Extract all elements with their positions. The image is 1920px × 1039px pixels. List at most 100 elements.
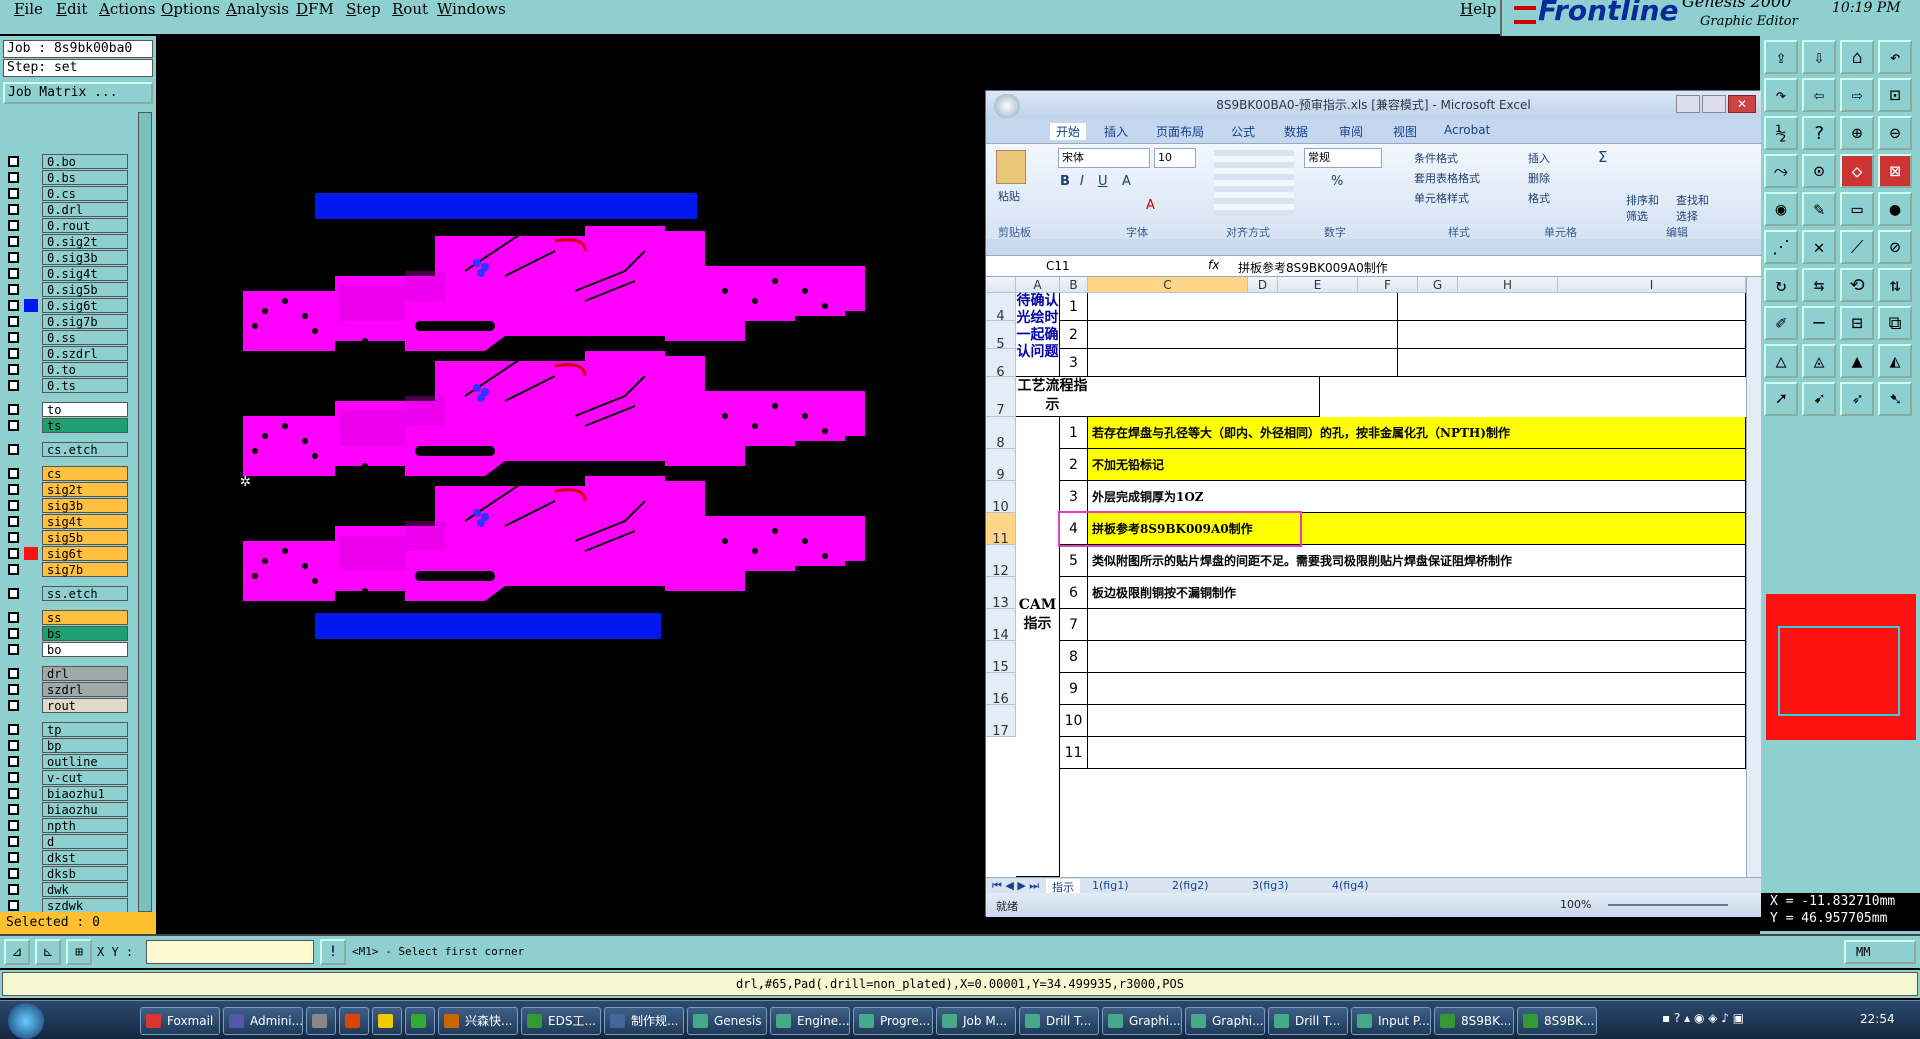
- layer-row[interactable]: 0.sig6t: [6, 298, 128, 313]
- row-header[interactable]: 6: [986, 349, 1016, 380]
- layer-checkbox[interactable]: [8, 516, 19, 527]
- layer-checkbox[interactable]: [8, 380, 19, 391]
- layer-row[interactable]: 0.sig3b: [6, 250, 128, 265]
- row-header[interactable]: 11: [986, 513, 1016, 547]
- taskbar-item[interactable]: [405, 1007, 435, 1035]
- pointer-icon[interactable]: ➚: [1764, 382, 1798, 416]
- menu-windows[interactable]: Windows: [437, 0, 506, 18]
- percent-icon[interactable]: %: [1331, 174, 1343, 189]
- layer-row[interactable]: sig5b: [6, 530, 128, 545]
- layer-checkbox[interactable]: [8, 788, 19, 799]
- sum-icon[interactable]: Σ: [1598, 148, 1607, 166]
- layer-icon[interactable]: ⧉: [1878, 306, 1912, 340]
- delete-cells-button[interactable]: 删除: [1528, 170, 1550, 186]
- grow-font-icon[interactable]: A: [1122, 174, 1131, 189]
- sheet-tab[interactable]: 4(fig4): [1326, 879, 1375, 892]
- paste-button[interactable]: 粘贴: [998, 188, 1020, 204]
- shape-icon[interactable]: ◬: [1802, 344, 1836, 378]
- taskbar-item[interactable]: [339, 1007, 369, 1035]
- layer-name[interactable]: 0.sig6t: [42, 298, 128, 313]
- layer-checkbox[interactable]: [8, 532, 19, 543]
- row-header[interactable]: 17: [986, 705, 1016, 739]
- column-header[interactable]: G: [1418, 277, 1458, 293]
- layer-row[interactable]: 0.sig5b: [6, 282, 128, 297]
- tab-view[interactable]: 视图: [1393, 123, 1417, 140]
- cam-item-number[interactable]: 11: [1060, 737, 1088, 769]
- cam-item-number[interactable]: 8: [1060, 641, 1088, 673]
- row-header[interactable]: 10: [986, 481, 1016, 515]
- font-name-select[interactable]: 宋体: [1058, 148, 1150, 168]
- fx-icon[interactable]: fx: [1208, 258, 1219, 272]
- taskbar-item[interactable]: 8S9BK...: [1434, 1007, 1514, 1035]
- underline-button[interactable]: U: [1098, 174, 1108, 189]
- layer-row[interactable]: rout: [6, 698, 128, 713]
- sort-filter-button[interactable]: 排序和筛选: [1626, 192, 1666, 224]
- layer-name[interactable]: 0.drl: [42, 202, 128, 217]
- layer-name[interactable]: 0.rout: [42, 218, 128, 233]
- format-cells-button[interactable]: 格式: [1528, 190, 1550, 206]
- alert-icon[interactable]: !: [320, 939, 346, 965]
- close-button[interactable]: ✕: [1728, 95, 1756, 113]
- layer-name[interactable]: 0.cs: [42, 186, 128, 201]
- surface-icon[interactable]: ▲: [1840, 344, 1874, 378]
- layer-name[interactable]: 0.sig4t: [42, 266, 128, 281]
- taskbar-item[interactable]: Genesis: [687, 1007, 767, 1035]
- layer-name[interactable]: ts: [42, 418, 128, 433]
- layer-checkbox[interactable]: [8, 900, 19, 911]
- item-cell[interactable]: [1088, 321, 1398, 349]
- cam-item-text[interactable]: 外层完成铜厚为1OZ: [1088, 481, 1746, 513]
- layer-checkbox[interactable]: [8, 724, 19, 735]
- layer-row[interactable]: 0.ss: [6, 330, 128, 345]
- menu-file[interactable]: File: [14, 0, 43, 18]
- layer-checkbox[interactable]: [8, 332, 19, 343]
- formula-input[interactable]: 拼板参考8S9BK009A0制作: [1238, 259, 1388, 276]
- layer-checkbox[interactable]: [8, 588, 19, 599]
- sheet-tab[interactable]: 2(fig2): [1166, 879, 1215, 892]
- column-header[interactable]: D: [1248, 277, 1278, 293]
- add-icon[interactable]: ⊕: [1840, 116, 1874, 150]
- layer-row[interactable]: cs.etch: [6, 442, 128, 457]
- zoom-icon[interactable]: ⊡: [1878, 78, 1912, 112]
- layer-checkbox[interactable]: [8, 468, 19, 479]
- layer-name[interactable]: drl: [42, 666, 128, 681]
- taskbar-item[interactable]: [306, 1007, 336, 1035]
- cam-item-number[interactable]: 5: [1060, 545, 1088, 577]
- taskbar-item[interactable]: [372, 1007, 402, 1035]
- net-icon[interactable]: ◇: [1840, 154, 1874, 188]
- layer-name[interactable]: dwk: [42, 882, 128, 897]
- row-header[interactable]: 5: [986, 321, 1016, 352]
- item-cell[interactable]: [1398, 321, 1746, 349]
- outline-icon[interactable]: ◭: [1878, 344, 1912, 378]
- layer-checkbox[interactable]: [8, 500, 19, 511]
- layer-row[interactable]: sig6t: [6, 546, 128, 561]
- tab-acrobat[interactable]: Acrobat: [1444, 123, 1490, 137]
- layer-checkbox[interactable]: [8, 300, 19, 311]
- taskbar-item[interactable]: Foxmail: [140, 1007, 220, 1035]
- layer-row[interactable]: outline: [6, 754, 128, 769]
- layer-name[interactable]: 0.bs: [42, 170, 128, 185]
- layer-checkbox[interactable]: [8, 644, 19, 655]
- layer-row[interactable]: 0.ts: [6, 378, 128, 393]
- cam-item-text[interactable]: 类似附图所示的贴片焊盘的间距不足。需要我司极限削贴片焊盘保证阻焊桥制作: [1088, 545, 1746, 577]
- layer-row[interactable]: dksb: [6, 866, 128, 881]
- column-header[interactable]: B: [1060, 277, 1088, 293]
- row-header[interactable]: 14: [986, 609, 1016, 643]
- layer-name[interactable]: 0.sig5b: [42, 282, 128, 297]
- layer-checkbox[interactable]: [8, 628, 19, 639]
- find-select-button[interactable]: 查找和选择: [1676, 192, 1716, 224]
- cam-label[interactable]: CAM指示: [1016, 417, 1060, 877]
- row-header[interactable]: 13: [986, 577, 1016, 611]
- job-matrix-button[interactable]: Job Matrix ...: [3, 82, 153, 104]
- units-button[interactable]: MM: [1844, 940, 1916, 964]
- menu-options[interactable]: Options: [161, 0, 220, 18]
- grid-icon[interactable]: ⊞: [66, 939, 92, 965]
- office-button[interactable]: [994, 94, 1020, 118]
- cam-item-text[interactable]: 不加无铅标记: [1088, 449, 1746, 481]
- item-number[interactable]: 2: [1060, 321, 1088, 349]
- snap-icon[interactable]: ⊠: [1878, 154, 1912, 188]
- cam-item-text[interactable]: [1088, 641, 1746, 673]
- pad-icon[interactable]: ⊘: [1878, 230, 1912, 264]
- measure-icon[interactable]: ⊾: [35, 939, 61, 965]
- layer-name[interactable]: biaozhu: [42, 802, 128, 817]
- layer-name[interactable]: ss: [42, 610, 128, 625]
